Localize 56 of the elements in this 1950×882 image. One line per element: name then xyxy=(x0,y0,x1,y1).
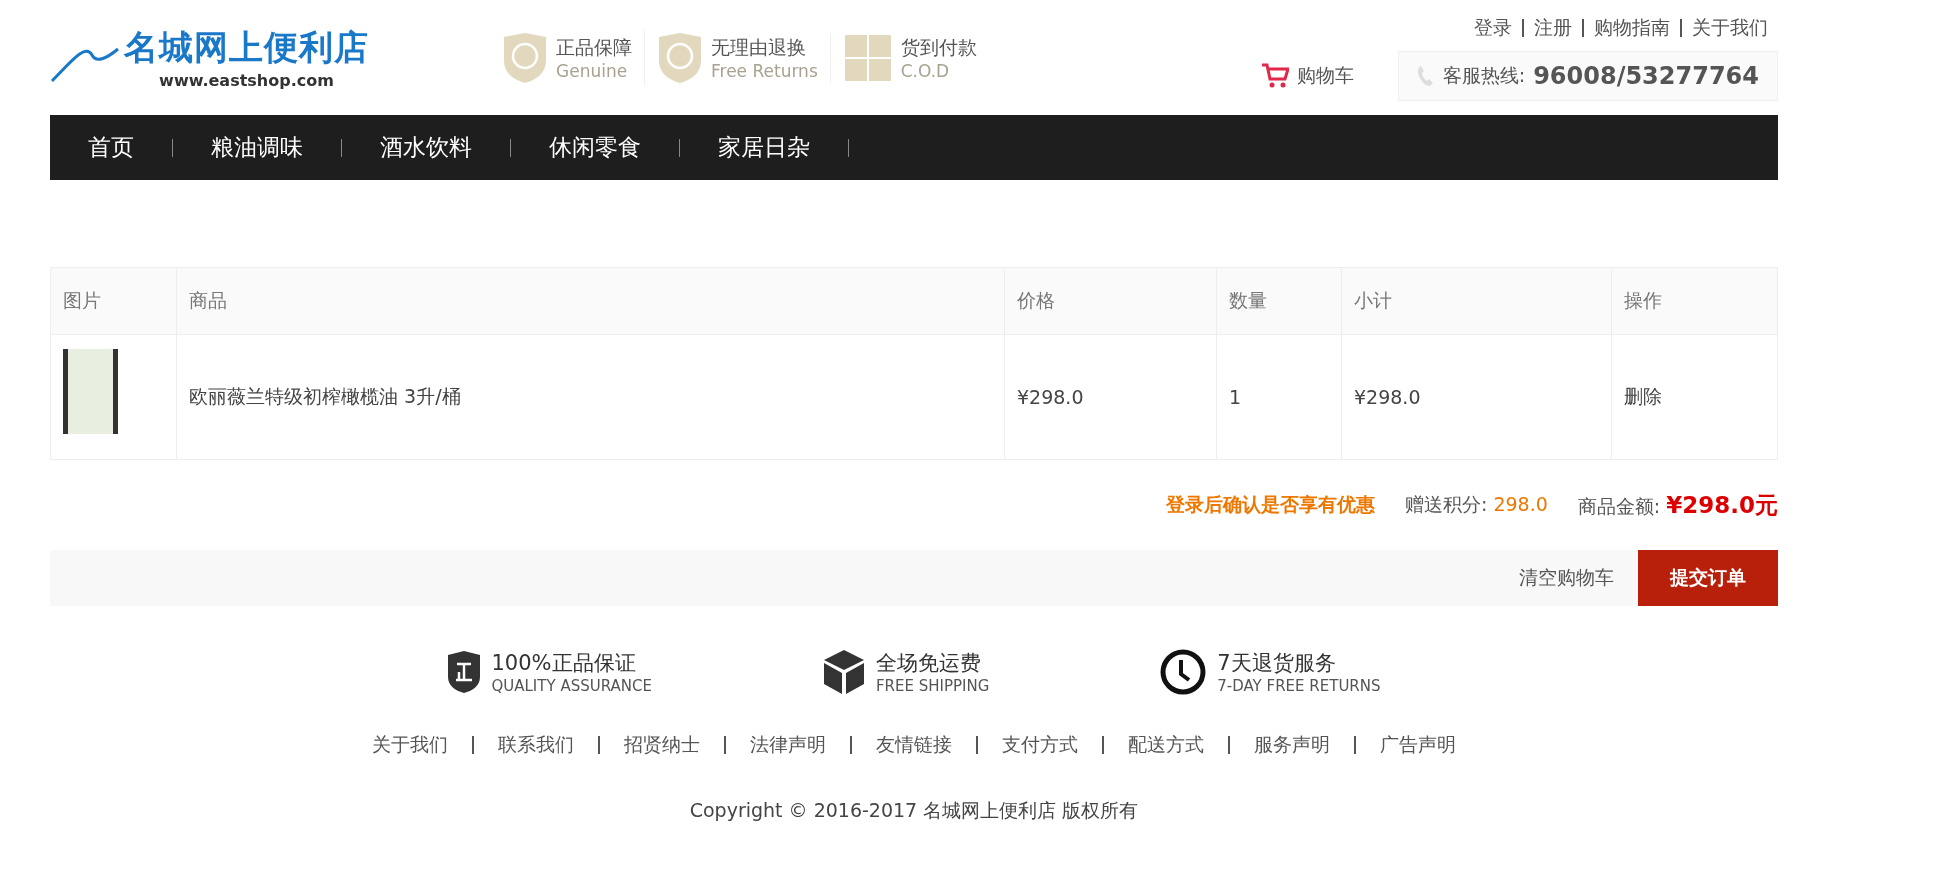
shield-icon xyxy=(447,650,482,694)
badge-subtitle: Genuine xyxy=(556,60,629,81)
top-link[interactable]: 注册 xyxy=(1534,14,1572,41)
top-link[interactable]: 关于我们 xyxy=(1692,14,1768,41)
product-name: 欧丽薇兰特级初榨橄榄油 3升/桶 xyxy=(176,335,1004,459)
quantity-cell: 1 xyxy=(1216,335,1341,459)
nav-item[interactable]: 家居日杂 xyxy=(718,132,810,163)
footer-link[interactable]: 友情链接 xyxy=(876,732,952,758)
feature-subtitle: QUALITY ASSURANCE xyxy=(491,677,652,695)
nav-item[interactable]: 首页 xyxy=(88,132,134,163)
cart-link[interactable]: 购物车 xyxy=(1260,62,1354,89)
footer-link[interactable]: 法律声明 xyxy=(750,732,826,758)
nav-item[interactable]: 酒水饮料 xyxy=(380,132,472,163)
nav-item[interactable]: 休闲零食 xyxy=(549,132,641,163)
clock-icon xyxy=(1159,648,1208,696)
cart-icon xyxy=(1260,62,1289,89)
badge-title: 货到付款 xyxy=(900,34,977,60)
feature-title: 7天退货服务 xyxy=(1217,650,1337,677)
points-label: 赠送积分: xyxy=(1404,493,1489,515)
hotline-number: 96008/53277764 xyxy=(1533,61,1759,90)
logo-name: 名城网上便利店 xyxy=(124,26,369,69)
amount-value: ¥298.0元 xyxy=(1666,491,1778,518)
badge-subtitle: C.O.D xyxy=(900,60,951,81)
footer-link[interactable]: 配送方式 xyxy=(1128,732,1204,758)
price-cell: ¥298.0 xyxy=(1004,335,1216,459)
login-notice: 登录后确认是否享有优惠 xyxy=(1165,492,1375,517)
top-link[interactable]: 购物指南 xyxy=(1594,14,1670,41)
top-link[interactable]: 登录 xyxy=(1474,14,1512,41)
badge-title: 无理由退换 xyxy=(711,34,807,60)
feature-title: 100%正品保证 xyxy=(491,650,637,677)
badge-title: 正品保障 xyxy=(556,34,632,60)
footer-link[interactable]: 服务声明 xyxy=(1254,732,1330,758)
copyright: Copyright © 2016-2017 名城网上便利店 版权所有 xyxy=(689,799,1139,821)
subtotal-cell: ¥298.0 xyxy=(1341,335,1611,459)
clear-cart-link[interactable]: 清空购物车 xyxy=(1519,565,1614,591)
logo-url: www.eastshop.com xyxy=(159,71,334,90)
footer-link[interactable]: 支付方式 xyxy=(1002,732,1078,758)
box-icon xyxy=(821,648,866,696)
hotline-label: 客服热线: xyxy=(1442,62,1526,88)
submit-order-button[interactable]: 提交订单 xyxy=(1638,550,1778,606)
feature-title: 全场免运费 xyxy=(875,650,982,677)
footer-link[interactable]: 广告声明 xyxy=(1380,732,1456,758)
points-value: 298.0 xyxy=(1493,493,1548,515)
footer-link[interactable]: 关于我们 xyxy=(372,732,448,758)
shield-icon xyxy=(502,30,548,85)
nav-item[interactable]: 粮油调味 xyxy=(211,132,303,163)
phone-icon xyxy=(1416,64,1435,87)
feature-subtitle: FREE SHIPPING xyxy=(875,677,990,695)
column-header: 图片 xyxy=(62,288,102,313)
footer-link[interactable]: 联系我们 xyxy=(498,732,574,758)
delete-link[interactable]: 删除 xyxy=(1624,384,1662,410)
footer-link[interactable]: 招贤纳士 xyxy=(624,732,700,758)
shield-icon xyxy=(657,30,703,85)
badge-subtitle: Free Returns xyxy=(711,60,818,81)
amount-label: 商品金额: xyxy=(1577,494,1662,517)
feature-subtitle: 7-DAY FREE RETURNS xyxy=(1217,677,1381,695)
